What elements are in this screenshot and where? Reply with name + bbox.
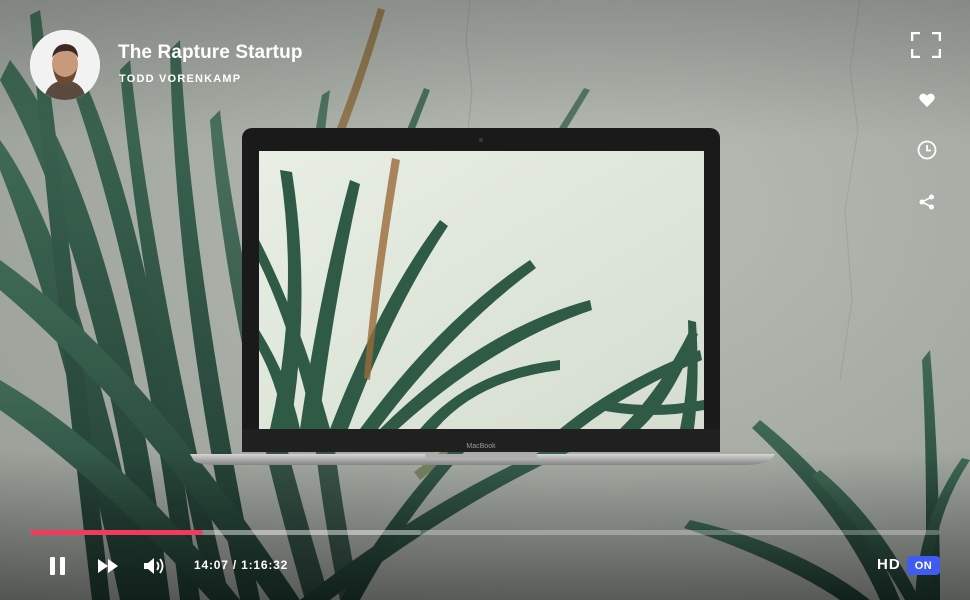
share-icon <box>919 194 934 210</box>
video-player[interactable]: MacBook The Rapture Startup TODD VORENKA… <box>0 0 970 600</box>
heart-icon <box>919 93 935 107</box>
fast-forward-icon <box>98 559 118 573</box>
volume-icon <box>144 558 164 574</box>
progress-bar[interactable] <box>30 530 940 535</box>
fullscreen-button[interactable] <box>911 30 941 60</box>
video-title[interactable]: The Rapture Startup <box>118 42 303 64</box>
fullscreen-icon <box>911 32 941 58</box>
progress-played <box>30 530 203 535</box>
laptop: MacBook <box>190 128 775 465</box>
clock-icon <box>917 140 937 160</box>
time-display: 14:07 / 1:16:32 <box>194 558 288 572</box>
fast-forward-button[interactable] <box>95 554 121 578</box>
hd-toggle[interactable]: ON <box>907 556 940 575</box>
duration: 1:16:32 <box>241 558 289 572</box>
volume-button[interactable] <box>141 553 169 579</box>
pause-button[interactable] <box>45 554 71 578</box>
video-frame[interactable]: MacBook <box>0 0 970 600</box>
author-photo <box>30 30 100 100</box>
time-separator: / <box>232 558 237 572</box>
watch-later-button[interactable] <box>912 135 942 165</box>
author-name[interactable]: TODD VORENKAMP <box>119 73 241 85</box>
current-time: 14:07 <box>194 558 229 572</box>
like-button[interactable] <box>912 85 942 115</box>
hd-label: HD <box>877 556 901 573</box>
pause-icon <box>50 557 65 575</box>
share-button[interactable] <box>912 187 942 217</box>
avatar[interactable] <box>30 30 100 100</box>
laptop-brand-label: MacBook <box>466 443 496 450</box>
